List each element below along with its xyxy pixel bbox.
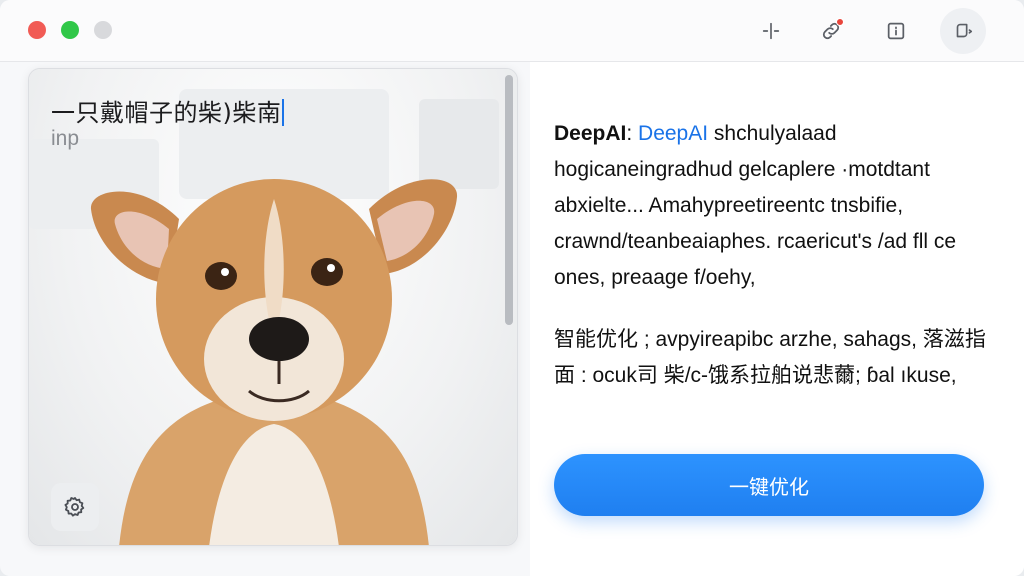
info-icon[interactable] xyxy=(879,14,913,48)
profile-icon[interactable] xyxy=(940,8,986,54)
paragraph-1-text: shchulyalaad hogicaneingradhud gelcapler… xyxy=(554,122,957,289)
prompt-input[interactable]: 一只戴帽子的柴)柴南 xyxy=(51,93,285,128)
prompt-text: 一只戴帽子的柴)柴南 xyxy=(51,99,282,127)
settings-button[interactable] xyxy=(51,483,99,531)
result-panel: DeepAI: DeepAI shchulyalaad hogicaneingr… xyxy=(530,62,1024,576)
gear-icon xyxy=(64,497,85,517)
minimize-window-button[interactable] xyxy=(94,21,112,39)
image-editor-panel: 一只戴帽子的柴)柴南 inp xyxy=(28,68,518,546)
title-bar xyxy=(0,0,1024,62)
brand-link[interactable]: DeepAI xyxy=(638,122,708,145)
result-paragraph-1: DeepAI: DeepAI shchulyalaad hogicaneingr… xyxy=(554,116,994,296)
brand-name: DeepAI xyxy=(554,122,627,145)
dog-photo xyxy=(29,69,517,545)
result-paragraph-2: 智能优化 ; avpyireapibc arzhe, sahags, 落滋指面 … xyxy=(554,328,986,387)
notification-dot xyxy=(836,18,844,26)
brand-separator: : xyxy=(626,122,639,145)
split-icon[interactable] xyxy=(754,14,788,48)
text-caret xyxy=(282,99,285,126)
input-hint: inp xyxy=(51,127,80,150)
maximize-window-button[interactable] xyxy=(61,21,79,39)
app-window: 一只戴帽子的柴)柴南 inp DeepAI: DeepAI shchulyala… xyxy=(0,0,1024,576)
link-icon[interactable] xyxy=(814,14,848,48)
close-window-button[interactable] xyxy=(28,21,46,39)
optimize-button[interactable]: 一键优化 xyxy=(554,454,984,516)
scrollbar-thumb[interactable] xyxy=(505,75,513,325)
